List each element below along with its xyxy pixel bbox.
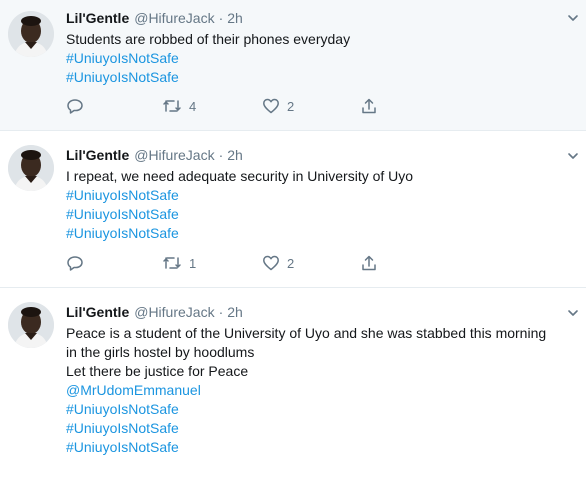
separator: · (218, 304, 224, 320)
hashtag-link[interactable]: #UniuyoIsNotSafe (66, 49, 580, 68)
chevron-down-icon[interactable] (566, 11, 580, 25)
tweet[interactable]: Lil'Gentle @HifureJack · 2h Peace is a s… (0, 288, 586, 478)
like-button[interactable]: 2 (262, 96, 294, 116)
retweet-button[interactable]: 1 (162, 253, 196, 273)
user-handle[interactable]: @HifureJack (134, 147, 214, 163)
tweet-text: I repeat, we need adequate security in U… (66, 167, 580, 243)
share-button[interactable] (360, 253, 378, 273)
avatar[interactable] (8, 302, 54, 348)
hashtag-link[interactable]: #UniuyoIsNotSafe (66, 438, 580, 457)
tweet-header: Lil'Gentle @HifureJack · 2h (66, 145, 243, 165)
user-handle[interactable]: @HifureJack (134, 304, 214, 320)
hashtag-link[interactable]: #UniuyoIsNotSafe (66, 186, 580, 205)
retweet-icon (162, 254, 182, 272)
reply-icon (66, 254, 84, 272)
retweet-count: 1 (189, 255, 197, 271)
display-name[interactable]: Lil'Gentle (66, 304, 129, 320)
mention-link[interactable]: @MrUdomEmmanuel (66, 381, 580, 400)
retweet-count: 4 (189, 98, 197, 114)
tweet-actions: 1 2 (66, 253, 386, 273)
like-icon (262, 97, 280, 115)
separator: · (218, 147, 224, 163)
tweet-text-line: in the girls hostel by hoodlums (66, 344, 255, 360)
display-name[interactable]: Lil'Gentle (66, 10, 129, 26)
display-name[interactable]: Lil'Gentle (66, 147, 129, 163)
separator: · (218, 10, 224, 26)
retweet-button[interactable]: 4 (162, 96, 196, 116)
like-button[interactable]: 2 (262, 253, 294, 273)
tweet-header: Lil'Gentle @HifureJack · 2h (66, 8, 243, 28)
chevron-down-icon[interactable] (566, 149, 580, 163)
tweet-text-line: Peace is a student of the University of … (66, 325, 547, 341)
tweet[interactable]: Lil'Gentle @HifureJack · 2h I repeat, we… (0, 131, 586, 288)
tweet[interactable]: Lil'Gentle @HifureJack · 2h Students are… (0, 0, 586, 131)
tweet-text: Students are robbed of their phones ever… (66, 30, 580, 87)
reply-icon (66, 97, 84, 115)
avatar[interactable] (8, 145, 54, 191)
chevron-down-icon[interactable] (566, 306, 580, 320)
timestamp[interactable]: 2h (227, 304, 243, 320)
tweet-text-line: Students are robbed of their phones ever… (66, 31, 351, 47)
share-button[interactable] (360, 96, 378, 116)
like-count: 2 (287, 98, 295, 114)
hashtag-link[interactable]: #UniuyoIsNotSafe (66, 400, 580, 419)
like-icon (262, 254, 280, 272)
hashtag-link[interactable]: #UniuyoIsNotSafe (66, 68, 580, 87)
tweet-actions: 4 2 (66, 96, 386, 116)
hashtag-link[interactable]: #UniuyoIsNotSafe (66, 224, 580, 243)
tweet-text-line: Let there be justice for Peace (66, 363, 249, 379)
reply-button[interactable] (66, 253, 84, 273)
retweet-icon (162, 97, 182, 115)
tweet-header: Lil'Gentle @HifureJack · 2h (66, 302, 243, 322)
tweet-text-line: I repeat, we need adequate security in U… (66, 168, 414, 184)
timestamp[interactable]: 2h (227, 147, 243, 163)
hashtag-link[interactable]: #UniuyoIsNotSafe (66, 205, 580, 224)
hashtag-link[interactable]: #UniuyoIsNotSafe (66, 419, 580, 438)
like-count: 2 (287, 255, 295, 271)
user-handle[interactable]: @HifureJack (134, 10, 214, 26)
timestamp[interactable]: 2h (227, 10, 243, 26)
tweet-text: Peace is a student of the University of … (66, 324, 580, 457)
share-icon (360, 97, 378, 115)
share-icon (360, 254, 378, 272)
avatar[interactable] (8, 11, 54, 57)
reply-button[interactable] (66, 96, 84, 116)
